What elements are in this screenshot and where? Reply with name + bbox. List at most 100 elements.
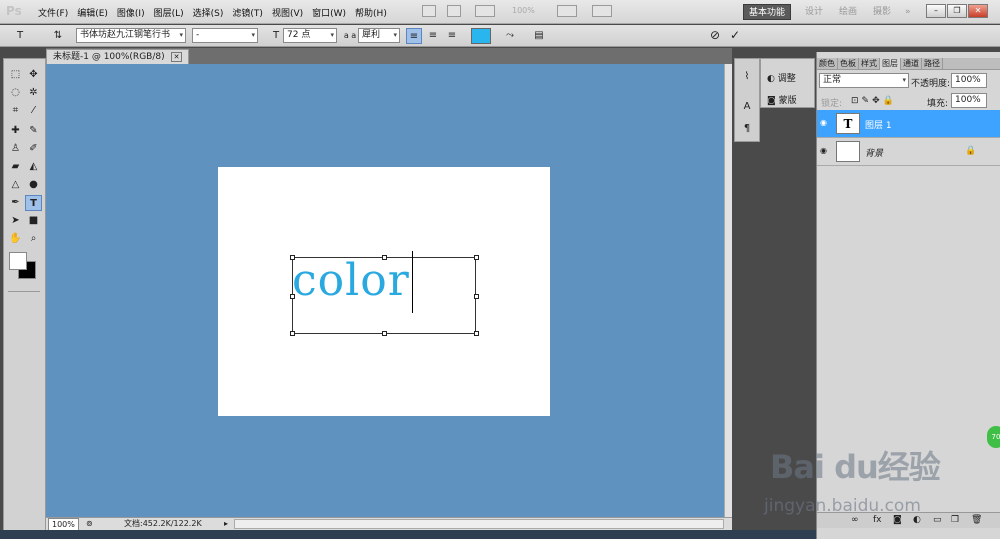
- close-tab-icon[interactable]: ✕: [170, 52, 183, 62]
- eyedropper-tool-icon[interactable]: ⁄: [25, 103, 42, 119]
- font-size-select[interactable]: 72 点 ▾: [283, 28, 337, 43]
- menu-item[interactable]: 窗口(W): [312, 6, 346, 19]
- character-panel-icon[interactable]: ▤: [531, 28, 547, 44]
- bridge-icon[interactable]: [422, 5, 436, 17]
- foreground-color-swatch[interactable]: [9, 252, 27, 270]
- clone-stamp-tool-icon[interactable]: ♙: [7, 141, 24, 157]
- menu-item[interactable]: 选择(S): [193, 6, 224, 19]
- panel-tab[interactable]: 图层: [880, 58, 901, 70]
- menu-item[interactable]: 编辑(E): [77, 6, 108, 19]
- type-tool-icon[interactable]: T: [12, 28, 28, 44]
- fill-input[interactable]: 100%: [951, 93, 987, 108]
- menu-item[interactable]: 文件(F): [38, 6, 68, 19]
- document-canvas[interactable]: color: [218, 167, 550, 416]
- blur-tool-icon[interactable]: △: [7, 177, 24, 193]
- handle-bottom-center[interactable]: [382, 331, 387, 336]
- document-tab[interactable]: 未标题-1 @ 100%(RGB/8) ✕: [46, 49, 190, 64]
- menu-item[interactable]: 视图(V): [272, 6, 303, 19]
- panel-tab[interactable]: 色板: [838, 58, 859, 70]
- green-badge[interactable]: 70: [987, 426, 1000, 448]
- visibility-eye-icon[interactable]: ◉: [820, 146, 831, 156]
- dodge-tool-icon[interactable]: ●: [25, 177, 42, 193]
- vertical-scrollbar[interactable]: [724, 64, 732, 517]
- status-menu-arrow-icon[interactable]: ▸: [224, 518, 228, 530]
- arrange-documents-icon[interactable]: [557, 5, 577, 17]
- align-left-icon[interactable]: ≡: [406, 28, 422, 44]
- antialias-select[interactable]: 犀利 ▾: [358, 28, 400, 43]
- text-bounding-box[interactable]: [290, 255, 479, 336]
- font-family-select[interactable]: 书体坊赵九江钢笔行书 ▾: [76, 28, 186, 43]
- warp-text-icon[interactable]: ⤳: [502, 28, 518, 44]
- blend-mode-select[interactable]: 正常 ▾: [819, 73, 909, 88]
- masks-item[interactable]: ◙ 蒙版: [767, 93, 797, 106]
- horizontal-scrollbar[interactable]: [234, 519, 724, 529]
- hand-tool-icon[interactable]: ✋: [7, 231, 24, 247]
- marquee-tool-icon[interactable]: ⬚: [7, 67, 24, 83]
- rectangle-tool-icon[interactable]: ■: [25, 213, 42, 229]
- panel-tab[interactable]: 路径: [922, 58, 943, 70]
- layer-row-selected[interactable]: ◉ T 图层 1: [817, 110, 1000, 138]
- crop-tool-icon[interactable]: ⌗: [7, 103, 24, 119]
- close-icon[interactable]: ✕: [968, 4, 988, 18]
- handle-bottom-left[interactable]: [290, 331, 295, 336]
- adjustments-item[interactable]: ◐ 调整: [767, 71, 796, 84]
- canvas-area[interactable]: color: [46, 64, 732, 517]
- pen-tool-icon[interactable]: ✒: [7, 195, 24, 211]
- history-brush-tool-icon[interactable]: ✐: [25, 141, 42, 157]
- opacity-input[interactable]: 100%: [951, 73, 987, 88]
- minimize-icon[interactable]: –: [926, 4, 946, 18]
- font-style-select[interactable]: - ▾: [192, 28, 258, 43]
- healing-brush-tool-icon[interactable]: ✚: [7, 123, 24, 139]
- workspace-essentials[interactable]: 基本功能: [743, 4, 792, 20]
- workspace-more[interactable]: »: [900, 4, 916, 20]
- handle-bottom-right[interactable]: [474, 331, 479, 336]
- layer-name[interactable]: 图层 1: [865, 118, 892, 131]
- toggle-orientation-icon[interactable]: ⇅: [50, 28, 66, 44]
- commit-icon[interactable]: ✓: [727, 28, 743, 44]
- align-center-icon[interactable]: ≡: [425, 28, 441, 44]
- eraser-tool-icon[interactable]: ▰: [7, 159, 24, 175]
- panel-tab[interactable]: 通道: [901, 58, 922, 70]
- layer-name[interactable]: 背景: [865, 146, 883, 159]
- handle-top-center[interactable]: [382, 255, 387, 260]
- antialias-icon: a a: [343, 31, 357, 40]
- collapsed-panel-strip: ⌇ A ¶: [734, 58, 760, 142]
- zoom-tool-icon[interactable]: ⌕: [25, 231, 42, 247]
- align-right-icon[interactable]: ≡: [444, 28, 460, 44]
- workspace-photography[interactable]: 摄影: [868, 4, 896, 20]
- character-panel-strip-icon[interactable]: A: [739, 99, 755, 115]
- lock-icons[interactable]: ⊡✎✥🔒: [851, 96, 897, 106]
- move-tool-icon[interactable]: ✥: [25, 67, 42, 83]
- menu-item[interactable]: 图像(I): [117, 6, 145, 19]
- panel-tab[interactable]: 颜色: [817, 58, 838, 70]
- handle-middle-right[interactable]: [474, 294, 479, 299]
- type-tool-active-icon[interactable]: T: [25, 195, 42, 211]
- handle-top-right[interactable]: [474, 255, 479, 260]
- handle-middle-left[interactable]: [290, 294, 295, 299]
- menu-item[interactable]: 帮助(H): [355, 6, 387, 19]
- menu-item[interactable]: 滤镜(T): [232, 6, 263, 19]
- text-color-swatch[interactable]: [471, 28, 491, 44]
- lasso-tool-icon[interactable]: ◌: [7, 85, 24, 101]
- history-panel-icon[interactable]: ⌇: [739, 69, 755, 85]
- cancel-icon[interactable]: ⊘: [707, 28, 723, 44]
- layer-row[interactable]: ◉ 背景 🔒: [817, 138, 1000, 166]
- panel-tabs: 颜色 色板 样式 图层 通道 路径: [817, 58, 1000, 70]
- path-selection-tool-icon[interactable]: ➤: [7, 213, 24, 229]
- visibility-eye-icon[interactable]: ◉: [820, 118, 831, 128]
- workspace-design[interactable]: 设计: [800, 4, 828, 20]
- zoom-level[interactable]: 100%: [512, 6, 535, 15]
- screen-mode-icon[interactable]: [592, 5, 612, 17]
- brush-tool-icon[interactable]: ✎: [25, 123, 42, 139]
- paragraph-panel-icon[interactable]: ¶: [739, 121, 755, 137]
- status-icon[interactable]: ⊚: [86, 518, 93, 530]
- restore-icon[interactable]: ❐: [947, 4, 967, 18]
- minibridge-icon[interactable]: [447, 5, 461, 17]
- menu-item[interactable]: 图层(L): [154, 6, 184, 19]
- view-extras-icon[interactable]: [475, 5, 495, 17]
- paint-bucket-tool-icon[interactable]: ◭: [25, 159, 42, 175]
- handle-top-left[interactable]: [290, 255, 295, 260]
- workspace-painting[interactable]: 绘画: [834, 4, 862, 20]
- panel-tab[interactable]: 样式: [859, 58, 880, 70]
- magic-wand-tool-icon[interactable]: ✲: [25, 85, 42, 101]
